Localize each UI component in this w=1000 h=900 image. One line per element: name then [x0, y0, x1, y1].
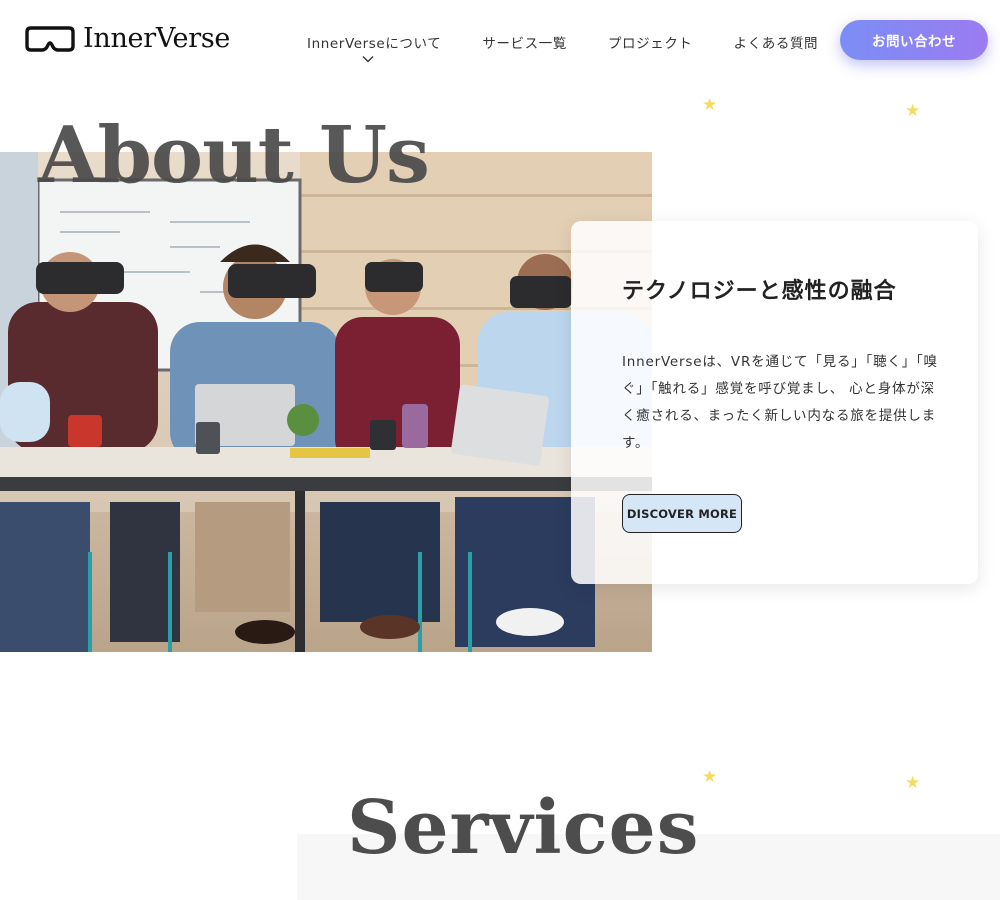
site-header: InnerVerse InnerVerseについて サービス一覧 プロジェクト …: [0, 0, 1000, 82]
star-icon: ★: [702, 95, 718, 115]
nav-item-faq[interactable]: よくある質問: [734, 32, 819, 52]
main-nav: InnerVerseについて サービス一覧 プロジェクト よくある質問: [307, 32, 819, 63]
about-photo: [0, 152, 652, 652]
about-card-body: InnerVerseは、VRを通じて「見る」「聴く」「嗅ぐ」「触れる」感覚を呼び…: [622, 354, 938, 451]
star-icon: ★: [905, 101, 921, 121]
nav-item-label: サービス一覧: [482, 36, 567, 52]
nav-item-label: プロジェクト: [607, 36, 693, 52]
nav-item-about[interactable]: InnerVerseについて: [307, 32, 442, 63]
vr-headset-icon: [25, 25, 75, 53]
about-card: テクノロジーと感性の融合 InnerVerseは、VRを通じて「見る」「聴く」「…: [571, 221, 978, 584]
nav-item-label: InnerVerseについて: [307, 36, 442, 52]
star-icon: ★: [905, 773, 921, 793]
chevron-down-icon: [362, 51, 374, 67]
about-title: About Us: [38, 110, 430, 201]
nav-item-services[interactable]: サービス一覧: [482, 32, 567, 52]
logo[interactable]: InnerVerse: [25, 24, 230, 54]
contact-button[interactable]: お問い合わせ: [840, 20, 988, 60]
star-icon: ★: [702, 767, 718, 787]
nav-item-label: よくある質問: [733, 36, 819, 52]
services-title: Services: [347, 785, 700, 871]
discover-more-button[interactable]: DISCOVER MORE: [622, 494, 742, 533]
logo-text: InnerVerse: [83, 23, 231, 54]
about-card-heading: テクノロジーと感性の融合: [622, 278, 897, 304]
nav-item-projects[interactable]: プロジェクト: [608, 32, 693, 52]
